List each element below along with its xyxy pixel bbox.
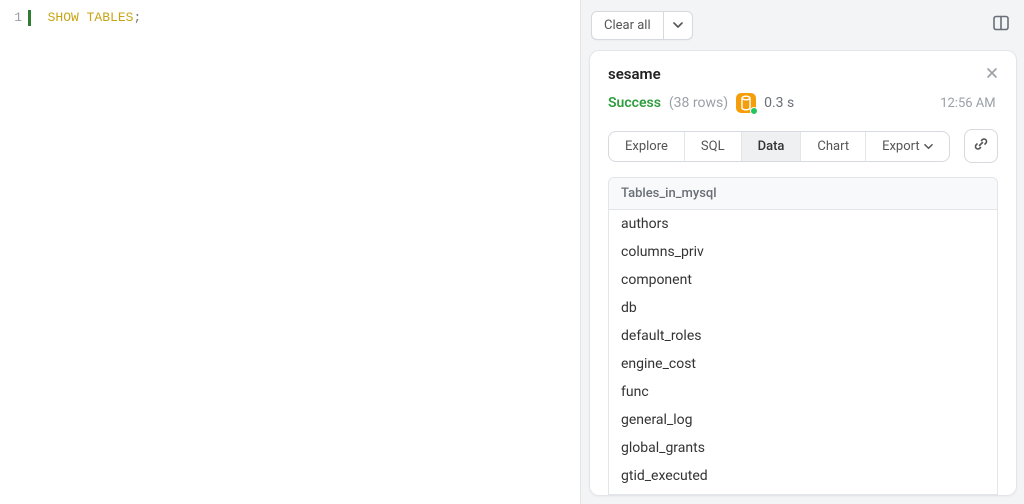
- close-result-button[interactable]: [982, 65, 1002, 85]
- tab-explore[interactable]: Explore: [609, 132, 685, 161]
- line-number-gutter: 1: [0, 0, 28, 504]
- code-line-1[interactable]: SHOW TABLES;: [28, 0, 141, 504]
- status-success-label: Success: [608, 95, 661, 111]
- results-pane: Clear all sesame: [580, 0, 1024, 504]
- table-row[interactable]: func: [609, 378, 997, 406]
- table-row[interactable]: general_log: [609, 406, 997, 434]
- tab-chart-label: Chart: [817, 139, 849, 154]
- close-icon: [986, 67, 998, 83]
- run-clock-time: 12:56 AM: [940, 96, 995, 111]
- result-view-segmented: Explore SQL Data Chart Export: [608, 131, 950, 162]
- elapsed-time: 0.3 s: [764, 95, 794, 111]
- active-line-marker: [28, 10, 31, 26]
- tab-data[interactable]: Data: [742, 132, 802, 161]
- table-row[interactable]: authors: [609, 210, 997, 238]
- tab-sql[interactable]: SQL: [685, 132, 742, 161]
- result-status-row: Success (38 rows) 0.3 s 12:56 AM: [590, 89, 1016, 125]
- clear-all-dropdown-button[interactable]: [663, 12, 692, 39]
- tab-data-label: Data: [758, 139, 785, 154]
- column-header[interactable]: Tables_in_mysql: [609, 178, 997, 210]
- tab-explore-label: Explore: [625, 139, 668, 154]
- table-row[interactable]: component: [609, 266, 997, 294]
- line-number: 1: [0, 10, 22, 25]
- data-table-body[interactable]: authorscolumns_privcomponentdbdefault_ro…: [609, 210, 997, 494]
- table-row[interactable]: default_roles: [609, 322, 997, 350]
- row-count-label: (38 rows): [669, 95, 728, 111]
- data-table: Tables_in_mysql authorscolumns_privcompo…: [608, 177, 998, 495]
- table-row[interactable]: gtid_executed: [609, 462, 997, 490]
- results-toolbar: Clear all: [581, 0, 1024, 50]
- sql-terminator: ;: [133, 10, 141, 25]
- chevron-down-icon: [924, 142, 933, 151]
- clear-all-split-button: Clear all: [591, 11, 693, 40]
- tab-chart[interactable]: Chart: [801, 132, 866, 161]
- query-result-card: sesame Success (38 rows) 0.3 s 12:56 AM …: [589, 50, 1017, 496]
- sql-editor[interactable]: 1 SHOW TABLES;: [0, 0, 580, 504]
- clear-all-button[interactable]: Clear all: [592, 12, 663, 39]
- clear-all-label: Clear all: [604, 18, 651, 33]
- copy-link-button[interactable]: [964, 129, 998, 163]
- tab-export[interactable]: Export: [866, 132, 949, 161]
- tab-sql-label: SQL: [701, 139, 725, 154]
- result-header: sesame: [590, 51, 1016, 89]
- sql-keyword: SHOW TABLES: [48, 10, 134, 25]
- connection-title: sesame: [608, 65, 998, 83]
- chevron-down-icon: [673, 20, 683, 30]
- panel-layout-icon: [992, 14, 1010, 36]
- toggle-layout-button[interactable]: [987, 11, 1015, 39]
- data-table-container: Tables_in_mysql authorscolumns_privcompo…: [590, 177, 1016, 495]
- table-row[interactable]: engine_cost: [609, 350, 997, 378]
- table-row[interactable]: db: [609, 294, 997, 322]
- table-row[interactable]: global_grants: [609, 434, 997, 462]
- link-icon: [973, 136, 989, 156]
- tab-export-label: Export: [882, 139, 920, 154]
- result-tab-row: Explore SQL Data Chart Export: [590, 125, 1016, 177]
- table-row[interactable]: columns_priv: [609, 238, 997, 266]
- database-badge-icon: [736, 93, 756, 113]
